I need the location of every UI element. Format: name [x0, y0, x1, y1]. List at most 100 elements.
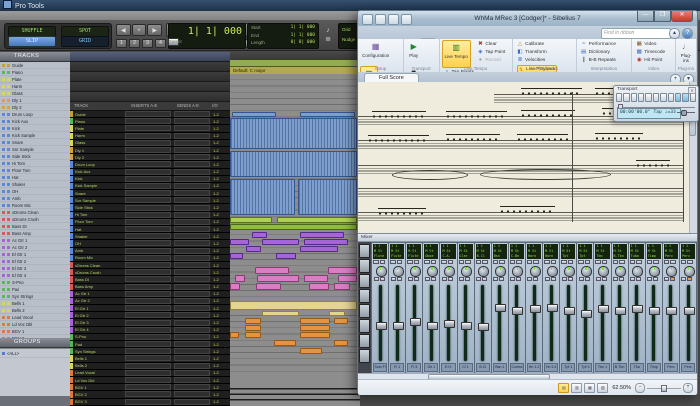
- mute-button[interactable]: [424, 260, 430, 264]
- inserts-cell[interactable]: [125, 305, 171, 311]
- solo-button[interactable]: [585, 260, 591, 264]
- channel-button-a[interactable]: [579, 277, 584, 281]
- track-list-item[interactable]: Bass Amp: [0, 230, 70, 237]
- io-cell[interactable]: 1-2: [213, 112, 219, 117]
- channel-input-display[interactable]: 1 1: [493, 244, 507, 249]
- track-control-row[interactable]: Amb 1-2: [70, 248, 230, 255]
- transport-button[interactable]: [645, 93, 651, 102]
- sends-cell[interactable]: [174, 363, 210, 369]
- channel-button-a[interactable]: [510, 277, 515, 281]
- io-cell[interactable]: 1-2: [213, 327, 219, 332]
- track-list-item[interactable]: Harm: [0, 83, 70, 90]
- inserts-cell[interactable]: [125, 190, 171, 196]
- solo-button[interactable]: [533, 260, 539, 264]
- view-mode-pages-button[interactable]: ▥: [571, 383, 582, 393]
- io-cell[interactable]: 1-2: [213, 356, 219, 361]
- track-control-row[interactable]: Bass DI 1-2: [70, 276, 230, 283]
- io-cell[interactable]: 1-2: [213, 306, 219, 311]
- io-cell[interactable]: 1-2: [213, 284, 219, 289]
- mute-button[interactable]: [681, 260, 687, 264]
- audio-clip[interactable]: [334, 318, 348, 324]
- channel-button-a[interactable]: [459, 277, 464, 281]
- channel-button-b[interactable]: [619, 277, 624, 281]
- configuration-button[interactable]: ▦ Configuration: [360, 40, 391, 66]
- channel-button-b[interactable]: [499, 277, 504, 281]
- track-list-item[interactable]: Ld Voc Dbl: [0, 321, 70, 328]
- channel-input-display[interactable]: 1 1: [527, 244, 541, 249]
- sends-cell[interactable]: [174, 284, 210, 290]
- mute-button[interactable]: [664, 260, 670, 264]
- ruler-row[interactable]: [70, 92, 230, 102]
- track-control-row[interactable]: Ac Gtr 2 1-2: [70, 298, 230, 305]
- audio-clip[interactable]: [300, 246, 338, 252]
- io-cell[interactable]: 1-2: [213, 363, 219, 368]
- sends-cell[interactable]: [174, 161, 210, 167]
- ruler-row[interactable]: [70, 72, 230, 82]
- groups-header[interactable]: GROUPS: [0, 338, 70, 348]
- audio-clip[interactable]: [300, 332, 330, 338]
- audio-clip[interactable]: [300, 232, 344, 238]
- channel-device-display[interactable]: M St: [681, 249, 695, 254]
- io-cell[interactable]: 1-2: [213, 378, 219, 383]
- mute-button[interactable]: [595, 260, 601, 264]
- channel-button-b[interactable]: [602, 277, 607, 281]
- inserts-cell[interactable]: [125, 197, 171, 203]
- track-list-item[interactable]: Hat: [0, 174, 70, 181]
- mute-button[interactable]: [630, 260, 636, 264]
- inserts-cell[interactable]: [125, 248, 171, 254]
- channel-device-display[interactable]: M St: [578, 249, 592, 254]
- mixer-view-button[interactable]: [359, 334, 370, 348]
- channel-button-b[interactable]: [516, 277, 521, 281]
- io-cell[interactable]: 1-2: [213, 392, 219, 397]
- audio-clip[interactable]: [334, 340, 348, 346]
- io-cell[interactable]: 1-2: [213, 148, 219, 153]
- inserts-cell[interactable]: [125, 118, 171, 124]
- channel-button-b[interactable]: [568, 277, 573, 281]
- sends-cell[interactable]: [174, 190, 210, 196]
- inserts-cell[interactable]: [125, 341, 171, 347]
- zoom-slider[interactable]: [647, 384, 681, 392]
- channel-sound-display[interactable]: Tbn: [595, 254, 609, 259]
- audio-clip[interactable]: [235, 275, 245, 282]
- ribbon-small-button[interactable]: ◉ Hit Point: [636, 56, 665, 64]
- solo-button[interactable]: [448, 260, 454, 264]
- channel-device-display[interactable]: M St: [544, 249, 558, 254]
- io-cell[interactable]: 1-2: [213, 198, 219, 203]
- inserts-cell[interactable]: [125, 219, 171, 225]
- minimize-button[interactable]: —: [637, 11, 654, 22]
- tempo-slider[interactable]: [677, 109, 695, 116]
- io-cell[interactable]: 1-2: [213, 219, 219, 224]
- io-cell[interactable]: 1-2: [213, 270, 219, 275]
- channel-input-display[interactable]: 1 1: [613, 244, 627, 249]
- track-list-item[interactable]: El Gtr 3: [0, 265, 70, 272]
- channel-button-a[interactable]: [681, 277, 686, 281]
- audio-clip[interactable]: [245, 325, 261, 331]
- sends-cell[interactable]: [174, 377, 210, 383]
- volume-fader[interactable]: [581, 310, 592, 318]
- channel-sound-display[interactable]: C.Bn: [510, 254, 524, 259]
- transport-button[interactable]: [623, 93, 629, 102]
- volume-fader[interactable]: [495, 304, 506, 312]
- sends-cell[interactable]: [174, 291, 210, 297]
- mute-button[interactable]: [476, 260, 482, 264]
- io-cell[interactable]: 1-2: [213, 212, 219, 217]
- pan-knob[interactable]: [581, 266, 592, 277]
- channel-device-display[interactable]: M St: [613, 249, 627, 254]
- inserts-cell[interactable]: [125, 370, 171, 376]
- solo-button[interactable]: [380, 260, 386, 264]
- channel-input-display[interactable]: 1 1: [561, 244, 575, 249]
- menu-item[interactable]: [20, 11, 30, 20]
- track-control-row[interactable]: S-Pno 1-2: [70, 334, 230, 341]
- audio-clip[interactable]: [274, 340, 296, 346]
- grid-mode-button[interactable]: GRID: [61, 36, 109, 47]
- mixer-view-button[interactable]: [359, 259, 370, 273]
- mute-button[interactable]: [390, 260, 396, 264]
- track-control-row[interactable]: El Gtr 3 1-2: [70, 319, 230, 326]
- mixer-view-button[interactable]: [359, 319, 370, 333]
- audio-clip[interactable]: [300, 348, 322, 354]
- io-cell[interactable]: 1-2: [213, 298, 219, 303]
- sends-cell[interactable]: [174, 118, 210, 124]
- solo-button[interactable]: [619, 260, 625, 264]
- mute-button[interactable]: [613, 260, 619, 264]
- channel-button-b[interactable]: [551, 277, 556, 281]
